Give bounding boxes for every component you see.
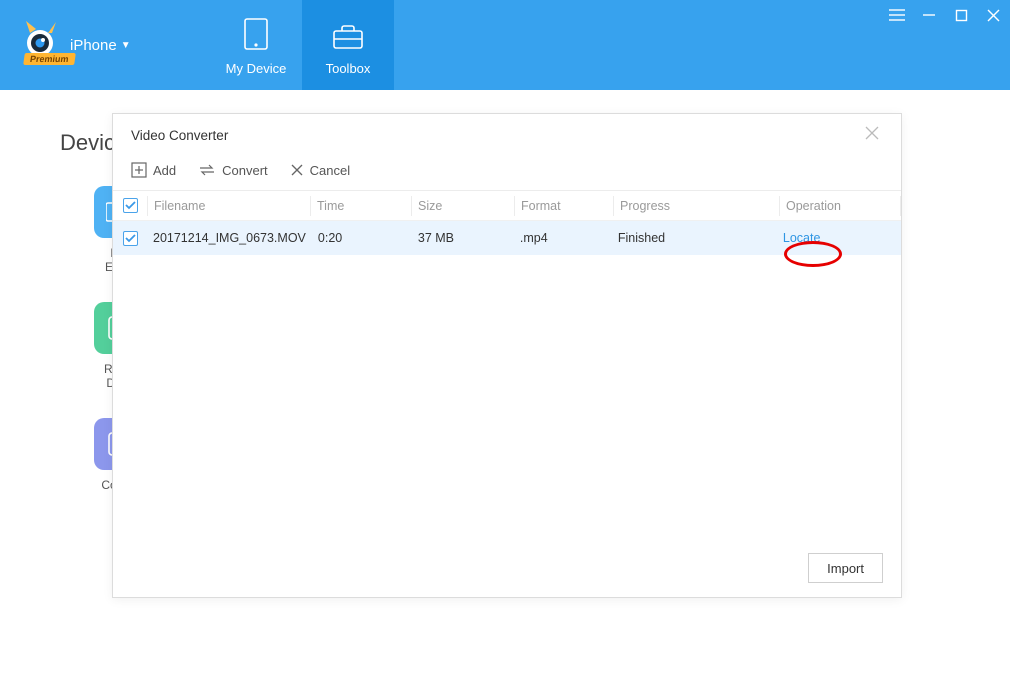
import-button[interactable]: Import	[808, 553, 883, 583]
col-time[interactable]: Time	[311, 199, 411, 213]
window-controls	[888, 6, 1002, 24]
dialog-title: Video Converter	[131, 128, 228, 143]
menu-icon[interactable]	[888, 6, 906, 24]
check-icon	[125, 201, 136, 210]
close-icon	[865, 126, 879, 140]
table-header: Filename Time Size Format Progress Opera…	[113, 191, 901, 221]
app-header: Premium iPhone ▼ My Device Toolbox	[0, 0, 1010, 90]
cell-filename: 20171214_IMG_0673.MOV	[147, 231, 312, 245]
col-filename[interactable]: Filename	[148, 199, 310, 213]
tab-my-device[interactable]: My Device	[210, 0, 302, 90]
dialog-toolbar: Add Convert Cancel	[113, 154, 901, 191]
brand-area: Premium iPhone ▼	[0, 0, 210, 90]
minimize-icon[interactable]	[920, 6, 938, 24]
col-size[interactable]: Size	[412, 199, 514, 213]
cell-progress: Finished	[612, 231, 777, 245]
col-progress[interactable]: Progress	[614, 199, 779, 213]
locate-link[interactable]: Locate	[777, 231, 901, 245]
tab-toolbox[interactable]: Toolbox	[302, 0, 394, 90]
add-button[interactable]: Add	[131, 162, 176, 178]
chevron-down-icon: ▼	[121, 40, 131, 51]
cancel-label: Cancel	[310, 163, 350, 178]
tab-label: Toolbox	[326, 61, 371, 76]
cancel-icon	[290, 163, 304, 177]
dialog-close-button[interactable]	[865, 126, 883, 144]
header-tabs: My Device Toolbox	[210, 0, 394, 90]
row-checkbox[interactable]	[123, 231, 138, 246]
cell-format: .mp4	[514, 231, 612, 245]
convert-button[interactable]: Convert	[198, 163, 268, 178]
convert-label: Convert	[222, 163, 268, 178]
device-selector[interactable]: iPhone ▼	[70, 37, 131, 54]
video-converter-dialog: Video Converter Add Convert Cancel Filen…	[112, 113, 902, 598]
close-icon[interactable]	[984, 6, 1002, 24]
plus-icon	[131, 162, 147, 178]
convert-icon	[198, 163, 216, 177]
cell-time: 0:20	[312, 231, 412, 245]
col-operation[interactable]: Operation	[780, 199, 900, 213]
toolbox-icon	[331, 23, 365, 51]
col-format[interactable]: Format	[515, 199, 613, 213]
table-row[interactable]: 20171214_IMG_0673.MOV 0:20 37 MB .mp4 Fi…	[113, 221, 901, 255]
device-label: iPhone	[70, 37, 117, 54]
cancel-button[interactable]: Cancel	[290, 163, 350, 178]
check-icon	[125, 234, 136, 243]
brand-logo: Premium	[18, 19, 64, 71]
add-label: Add	[153, 163, 176, 178]
tablet-icon	[241, 17, 271, 51]
maximize-icon[interactable]	[952, 6, 970, 24]
select-all-checkbox[interactable]	[123, 198, 138, 213]
premium-badge: Premium	[23, 53, 75, 65]
cell-size: 37 MB	[412, 231, 514, 245]
tab-label: My Device	[226, 61, 287, 76]
